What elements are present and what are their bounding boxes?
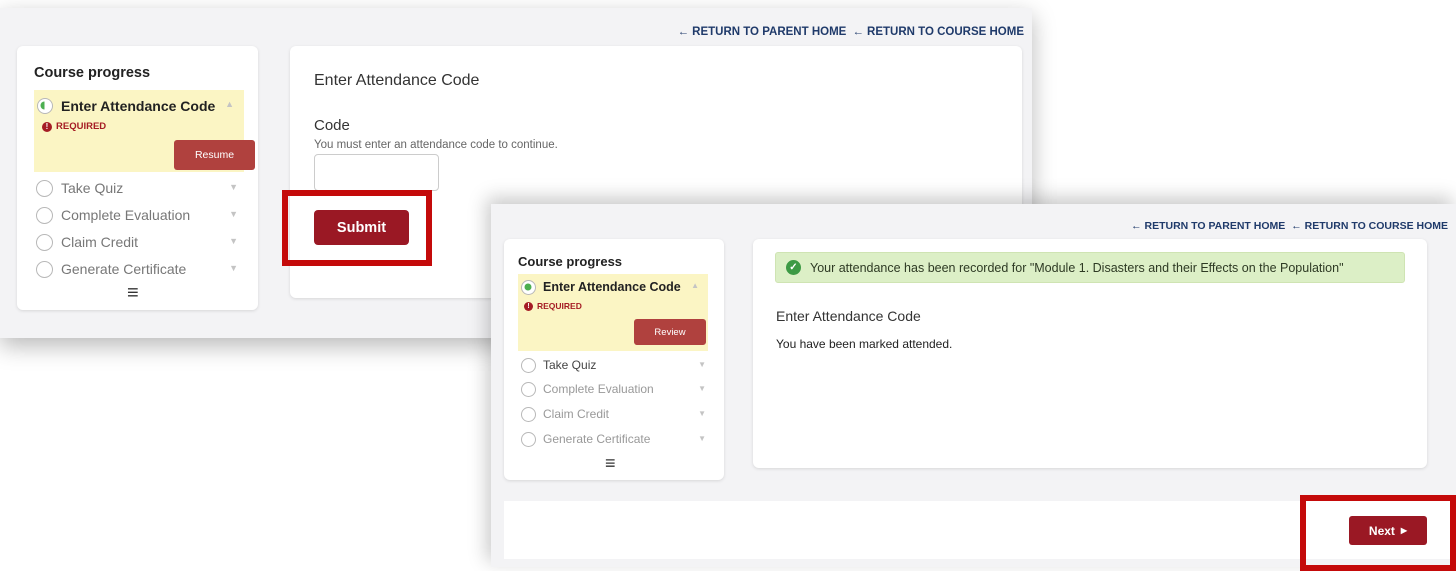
caret-up-icon: ▲ [691,281,699,290]
step-label: Complete Evaluation [61,207,191,223]
step-label: Take Quiz [61,180,124,196]
attended-message: You have been marked attended. [776,337,953,351]
caret-down-icon: ▼ [698,409,706,418]
step-label: Complete Evaluation [543,382,654,396]
step-label: Enter Attendance Code [61,98,216,114]
step-label: Claim Credit [61,234,139,250]
empty-circle-icon [521,381,536,397]
empty-circle-icon [36,179,53,197]
caret-down-icon: ▼ [229,209,238,219]
caret-down-icon: ▼ [698,360,706,369]
course-progress-panel: Course progress Enter Attendance Code ▲ … [17,46,258,310]
step-label: Take Quiz [543,358,597,372]
empty-circle-icon [36,206,53,224]
step-generate-certificate[interactable]: Generate Certificate ▼ [36,258,258,280]
step-generate-certificate[interactable]: Generate Certificate ▼ [521,429,724,449]
step-label: Enter Attendance Code [543,280,681,294]
return-parent-home-link[interactable]: ← RETURN TO PARENT HOME [677,26,846,38]
active-step-box: Enter Attendance Code ▲ ! REQUIRED Revie… [518,274,708,351]
hamburger-menu-icon[interactable]: ≡ [605,453,616,474]
resume-button[interactable]: Resume [174,140,255,170]
required-label: REQUIRED [56,121,107,132]
hamburger-menu-icon[interactable]: ≡ [127,282,139,305]
return-course-home-link[interactable]: ← RETURN TO COURSE HOME [1291,220,1448,232]
step-label: Generate Certificate [543,432,651,446]
step-label: Generate Certificate [61,261,187,277]
caret-down-icon: ▼ [698,384,706,393]
exclamation-circle-icon: ! [42,121,52,132]
attendance-result-panel: ✓ Your attendance has been recorded for … [753,239,1427,468]
next-highlight-box [1300,495,1456,571]
course-progress-panel: Course progress Enter Attendance Code ▲ … [504,239,724,480]
empty-circle-icon [36,233,53,251]
caret-down-icon: ▼ [229,263,238,273]
empty-circle-icon [36,260,53,278]
code-field-help: You must enter an attendance code to con… [314,139,558,151]
success-alert: ✓ Your attendance has been recorded for … [775,252,1405,283]
code-field-label: Code [314,117,350,134]
step-complete-evaluation[interactable]: Complete Evaluation ▼ [36,204,258,226]
top-links: ← RETURN TO PARENT HOME ← RETURN TO COUR… [677,26,1024,38]
half-circle-progress-icon [37,98,53,114]
required-status: ! REQUIRED [524,301,582,311]
page-title: Enter Attendance Code [314,72,480,89]
step-claim-credit[interactable]: Claim Credit ▼ [521,404,724,424]
empty-circle-icon [521,357,536,373]
caret-down-icon: ▼ [229,182,238,192]
step-label: Claim Credit [543,407,610,421]
active-step-box: Enter Attendance Code ▲ ! REQUIRED Resum… [34,90,255,172]
step-enter-attendance-code[interactable]: Enter Attendance Code ▲ [518,277,708,297]
exclamation-circle-icon: ! [524,301,533,311]
course-progress-title: Course progress [518,254,623,269]
empty-circle-icon [521,406,536,422]
check-circle-icon: ✓ [786,260,801,275]
caret-up-icon: ▲ [225,99,234,109]
page-title: Enter Attendance Code [776,308,921,324]
required-status: ! REQUIRED [42,121,106,132]
return-parent-home-link[interactable]: ← RETURN TO PARENT HOME [1131,220,1285,232]
submit-highlight-box [282,190,432,266]
top-links: ← RETURN TO PARENT HOME ← RETURN TO COUR… [1131,220,1448,232]
step-take-quiz[interactable]: Take Quiz ▼ [521,355,724,375]
caret-down-icon: ▼ [229,236,238,246]
review-button[interactable]: Review [634,319,706,345]
course-progress-title: Course progress [34,65,151,81]
step-take-quiz[interactable]: Take Quiz ▼ [36,177,258,199]
half-circle-progress-icon [521,279,536,295]
return-course-home-link[interactable]: ← RETURN TO COURSE HOME [852,26,1024,38]
step-complete-evaluation[interactable]: Complete Evaluation ▼ [521,379,724,399]
empty-circle-icon [521,431,536,447]
required-label: REQUIRED [537,301,582,311]
attendance-code-input[interactable] [314,154,439,191]
step-enter-attendance-code[interactable]: Enter Attendance Code ▲ [34,95,244,117]
success-alert-text: Your attendance has been recorded for "M… [810,260,1344,275]
step-claim-credit[interactable]: Claim Credit ▼ [36,231,258,253]
caret-down-icon: ▼ [698,434,706,443]
